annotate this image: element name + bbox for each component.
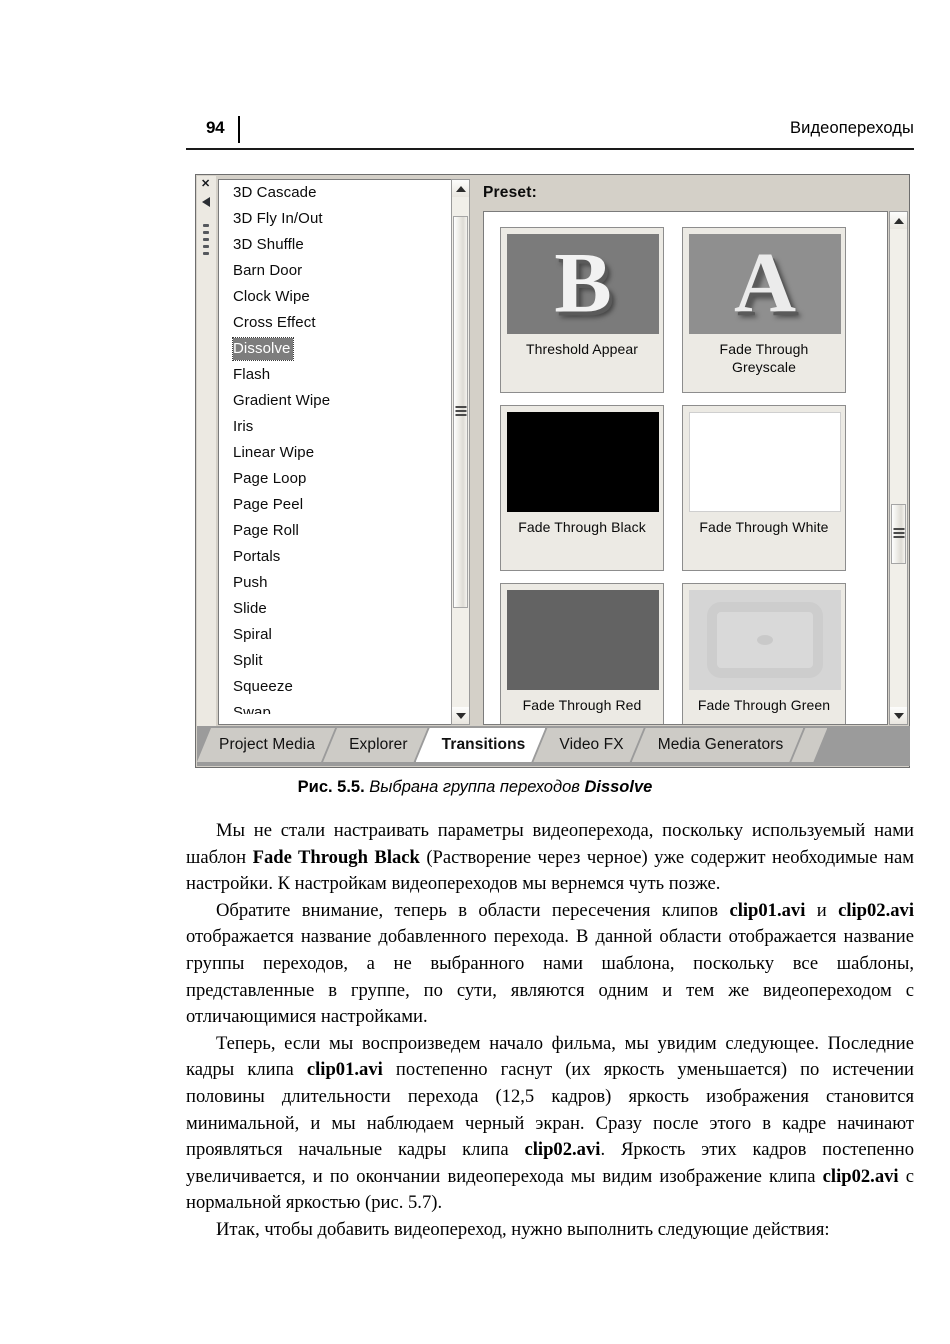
preset-panel[interactable]: B Threshold Appear A Fade Through Greyscale… [483,211,888,725]
preset-scrollbar-thumb[interactable] [891,504,906,564]
chevron-down-icon [893,712,904,719]
transition-list-item[interactable]: Barn Door [219,258,451,284]
page-number: 94 [206,118,225,137]
panel-tabbar: Project Media Explorer Transitions Video FX… [197,726,910,766]
preset-thumbnail [507,590,659,690]
running-title: Видеопереходы [790,119,914,137]
transition-list-item[interactable]: Squeeze [219,674,451,700]
paragraph-2: Обратите внимание, теперь в области пере… [186,898,914,1031]
transition-list-item-selected[interactable]: Dissolve [231,337,295,361]
preset-scroll-up-button[interactable] [890,212,907,229]
tab-transitions[interactable]: Transitions [416,728,546,762]
transition-list-item[interactable]: Push [219,570,451,596]
close-icon[interactable]: ✕ [201,179,210,190]
transition-list-item[interactable]: Page Peel [219,492,451,518]
tab-project-media[interactable]: Project Media [197,728,335,762]
preset-item-label: Fade Through Greyscale [719,341,809,375]
transition-list-item[interactable]: Dissolve [219,336,451,362]
transition-list-item[interactable]: Slide [219,596,451,622]
preset-thumbnail: A [689,234,841,334]
transition-list-item[interactable]: Portals [219,544,451,570]
transition-list-item[interactable]: Cross Effect [219,310,451,336]
transitions-list[interactable]: 3D Cascade 3D Fly In/Out 3D Shuffle Barn Do… [218,179,470,725]
preset-item-label: Threshold Appear [525,341,639,357]
transition-list-item[interactable]: Clock Wipe [219,284,451,310]
transition-list-item[interactable]: Split [219,648,451,674]
p3-term-clip02-a: clip02.avi [524,1139,601,1161]
header-rule [186,148,914,150]
panel-gutter: ✕ [197,176,216,728]
preset-thumbnail [507,412,659,512]
transition-list-item[interactable]: Iris [219,414,451,440]
transition-list-item[interactable]: Spiral [219,622,451,648]
transition-list-item[interactable]: Swap [219,700,451,714]
preset-item[interactable]: Fade Through Red [500,583,664,724]
preset-thumbnail [689,412,841,512]
paragraph-3: Теперь, если мы воспроизведем начало фил… [186,1031,914,1217]
header-divider [238,116,240,143]
p2-term-clip01: clip01.avi [729,899,806,921]
collapse-arrow-icon[interactable] [202,197,210,207]
thumb-grip-icon [455,406,466,418]
preset-thumbnail: B [507,234,659,334]
preset-item[interactable]: Fade Through Black [500,405,664,571]
p2-term-clip02: clip02.avi [838,899,915,921]
page-header: 94 Видеопереходы [186,116,914,154]
tab-explorer[interactable]: Explorer [323,728,428,762]
transition-list-item[interactable]: 3D Cascade [219,180,451,206]
caption-text: Выбрана группа переходов [364,778,585,796]
preset-panel-scrollbar[interactable] [889,211,908,725]
tab-video-fx[interactable]: Video FX [533,728,643,762]
preset-item-label: Fade Through Green [697,697,831,713]
transition-list-item[interactable]: 3D Fly In/Out [219,206,451,232]
preset-item-label: Fade Through Black [518,519,646,535]
transition-list-item[interactable]: Flash [219,362,451,388]
p2-part-a: Обратите внимание, теперь в области пере… [216,899,730,921]
scroll-down-button[interactable] [452,707,469,724]
p1-term-fade-through-black: Fade Through Black [252,846,420,868]
preset-label: Preset: [483,184,537,201]
transitions-window: ✕ 3D Cascade 3D Fly In/Out 3D Shuffle Barn … [195,174,910,768]
scroll-up-button[interactable] [452,180,469,197]
thumb-grip-icon [893,528,904,540]
preset-item[interactable]: Fade Through Green [682,583,846,724]
chevron-up-icon [455,185,466,192]
transition-list-item[interactable]: Page Roll [219,518,451,544]
transition-list-item[interactable]: Gradient Wipe [219,388,451,414]
figure-screenshot: ✕ 3D Cascade 3D Fly In/Out 3D Shuffle Barn … [195,174,910,768]
scrollbar-thumb[interactable] [453,216,468,608]
paragraph-4: Итак, чтобы добавить видеопереход, нужно… [216,1218,830,1240]
paragraph-1: Мы не стали настраивать параметры видеоп… [186,818,914,898]
preset-scroll-down-button[interactable] [890,707,907,724]
transition-list-item[interactable]: Page Loop [219,466,451,492]
p2-part-e: отображается название добавленного перех… [186,926,914,1028]
chevron-up-icon [893,217,904,224]
chevron-down-icon [455,712,466,719]
transition-list-item[interactable]: 3D Shuffle [219,232,451,258]
body-text: Мы не стали настраивать параметры видеоп… [186,818,914,1244]
transitions-list-scrollbar[interactable] [451,179,470,725]
preset-item-label: Fade Through Red [522,697,642,713]
p3-term-clip02-b: clip02.avi [822,1165,899,1187]
tab-media-generators[interactable]: Media Generators [632,728,804,762]
p2-part-c: и [805,899,839,921]
transition-list-item[interactable]: Linear Wipe [219,440,451,466]
p3-term-clip01: clip01.avi [306,1059,383,1081]
preset-thumbnail [689,590,841,690]
caption-number: Рис. 5.5. [297,778,365,796]
preset-item-label: Fade Through White [699,519,829,535]
drag-handle-icon[interactable] [203,224,210,268]
preset-item[interactable]: B Threshold Appear [500,227,664,393]
preset-item[interactable]: A Fade Through Greyscale [682,227,846,393]
caption-bold-term: Dissolve [584,778,653,796]
preset-item[interactable]: Fade Through White [682,405,846,571]
figure-caption: Рис. 5.5. Выбрана группа переходов Disso… [0,778,950,797]
